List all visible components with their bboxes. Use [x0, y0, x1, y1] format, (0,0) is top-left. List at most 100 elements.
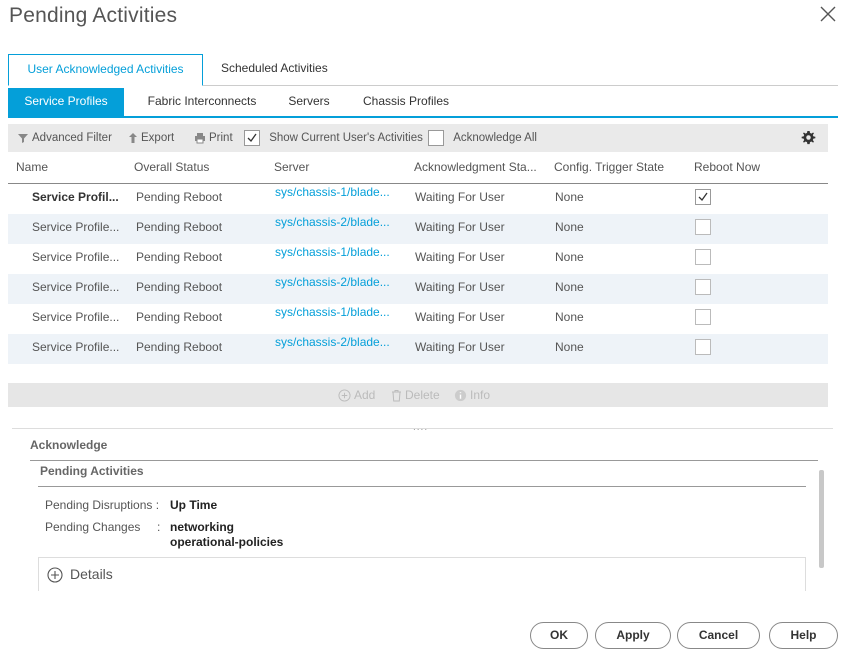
cancel-button[interactable]: Cancel [677, 622, 760, 649]
column-header-overall-status[interactable]: Overall Status [134, 154, 269, 183]
expand-plus-icon [47, 567, 63, 583]
tab-service-profiles[interactable]: Service Profiles [8, 88, 124, 116]
delete-label: Delete [405, 388, 440, 402]
add-label: Add [354, 388, 376, 402]
reboot-now-checkbox[interactable] [695, 339, 711, 355]
print-icon [195, 132, 205, 144]
column-header-acknowledgment-status[interactable]: Acknowledgment Sta... [414, 154, 549, 183]
pending-disruptions-value: Up Time [170, 498, 218, 512]
cell-name: Service Profile... [32, 310, 120, 324]
pending-change-item: networking [170, 520, 235, 534]
pending-disruptions-label: Pending Disruptions : [45, 498, 160, 512]
table-row[interactable]: Service Profile... Pending Reboot sys/chas… [8, 334, 828, 364]
tab-user-acknowledged-activities[interactable]: User Acknowledged Activities [8, 54, 203, 86]
acknowledge-all-checkbox[interactable] [428, 129, 444, 146]
export-button[interactable]: Export [128, 124, 174, 152]
cell-name: Service Profil... [32, 190, 119, 204]
details-expander[interactable]: Details [38, 557, 806, 591]
dialog-title: Pending Activities [9, 4, 178, 27]
tab-chassis-profiles[interactable]: Chassis Profiles [352, 88, 460, 116]
reboot-now-checkbox[interactable] [695, 279, 711, 295]
details-label: Details [70, 566, 113, 582]
cell-trigger-state: None [555, 190, 584, 204]
top-tab-bar: User Acknowledged Activities Scheduled A… [8, 54, 838, 86]
cell-ack-status: Waiting For User [415, 310, 505, 324]
cell-server-link[interactable]: sys/chassis-1/blade... [275, 244, 410, 274]
info-icon [454, 390, 467, 402]
table-toolbar: Advanced Filter Export Print Show Curren… [8, 124, 828, 152]
cell-name: Service Profile... [32, 250, 120, 264]
acknowledge-all-toggle[interactable]: Acknowledge All [428, 124, 537, 152]
trash-icon [392, 390, 401, 402]
table-row[interactable]: Service Profile... Pending Reboot sys/chas… [8, 244, 828, 274]
tab-scheduled-activities[interactable]: Scheduled Activities [208, 54, 341, 86]
reboot-now-checkbox[interactable] [695, 189, 711, 205]
section-divider [30, 460, 818, 461]
advanced-filter-label: Advanced Filter [32, 132, 112, 144]
tab-servers[interactable]: Servers [276, 88, 342, 116]
gear-icon[interactable] [801, 130, 816, 145]
acknowledge-all-label: Acknowledge All [453, 132, 537, 144]
subsection-divider [38, 486, 806, 487]
cell-name: Service Profile... [32, 340, 120, 354]
cell-server-link[interactable]: sys/chassis-2/blade... [275, 214, 410, 244]
sub-tab-bar: Service Profiles Fabric Interconnects Se… [8, 88, 838, 118]
cell-overall-status: Pending Reboot [136, 220, 223, 234]
show-current-user-checkbox[interactable] [244, 129, 260, 146]
table-action-bar: Add Delete Info [8, 383, 828, 407]
export-label: Export [141, 132, 175, 144]
delete-button[interactable]: Delete [391, 383, 440, 407]
cell-trigger-state: None [555, 310, 584, 324]
cell-trigger-state: None [555, 280, 584, 294]
cell-server-link[interactable]: sys/chassis-1/blade... [275, 304, 410, 334]
print-label: Print [209, 132, 233, 144]
ok-button[interactable]: OK [530, 622, 588, 649]
help-button[interactable]: Help [769, 622, 838, 649]
cell-ack-status: Waiting For User [415, 340, 505, 354]
cell-overall-status: Pending Reboot [136, 280, 223, 294]
info-button[interactable]: Info [454, 383, 490, 407]
reboot-now-checkbox[interactable] [695, 249, 711, 265]
cell-trigger-state: None [555, 220, 584, 234]
table-row[interactable]: Service Profile... Pending Reboot sys/chas… [8, 274, 828, 304]
filter-icon [18, 133, 28, 143]
pending-change-item: operational-policies [170, 535, 284, 549]
splitter-divider [12, 428, 833, 429]
reboot-now-checkbox[interactable] [695, 219, 711, 235]
column-header-reboot-now[interactable]: Reboot Now [694, 154, 814, 183]
column-header-name[interactable]: Name [16, 154, 131, 183]
table-row[interactable]: Service Profile... Pending Reboot sys/chas… [8, 214, 828, 244]
cell-ack-status: Waiting For User [415, 280, 505, 294]
close-icon[interactable] [818, 4, 838, 24]
show-current-user-toggle[interactable]: Show Current User's Activities [244, 124, 423, 152]
cell-name: Service Profile... [32, 280, 120, 294]
pending-changes-label: Pending Changes [45, 520, 141, 534]
info-label: Info [470, 388, 491, 402]
cell-name: Service Profile... [32, 220, 120, 234]
tab-fabric-interconnects[interactable]: Fabric Interconnects [132, 88, 272, 116]
cell-ack-status: Waiting For User [415, 220, 505, 234]
acknowledge-section-title: Acknowledge [30, 438, 108, 452]
cell-overall-status: Pending Reboot [136, 190, 223, 204]
table-row[interactable]: Service Profil... Pending Reboot sys/chass… [8, 184, 828, 214]
cell-ack-status: Waiting For User [415, 190, 505, 204]
vertical-scrollbar[interactable] [819, 470, 824, 568]
cell-server-link[interactable]: sys/chassis-2/blade... [275, 274, 410, 304]
print-button[interactable]: Print [194, 124, 233, 152]
cell-server-link[interactable]: sys/chassis-1/blade... [275, 184, 410, 214]
cell-overall-status: Pending Reboot [136, 310, 223, 324]
advanced-filter-button[interactable]: Advanced Filter [17, 124, 112, 152]
cell-overall-status: Pending Reboot [136, 250, 223, 264]
column-header-config-trigger-state[interactable]: Config. Trigger State [554, 154, 689, 183]
apply-button[interactable]: Apply [595, 622, 671, 649]
add-icon [338, 389, 351, 402]
column-header-server[interactable]: Server [274, 154, 409, 183]
add-button[interactable]: Add [338, 383, 375, 407]
export-icon [129, 132, 137, 143]
reboot-now-checkbox[interactable] [695, 309, 711, 325]
cell-trigger-state: None [555, 250, 584, 264]
cell-server-link[interactable]: sys/chassis-2/blade... [275, 334, 410, 364]
table-row[interactable]: Service Profile... Pending Reboot sys/chas… [8, 304, 828, 334]
table-header: Name Overall Status Server Acknowledgmen… [8, 154, 828, 184]
checkmark-icon [247, 133, 257, 142]
